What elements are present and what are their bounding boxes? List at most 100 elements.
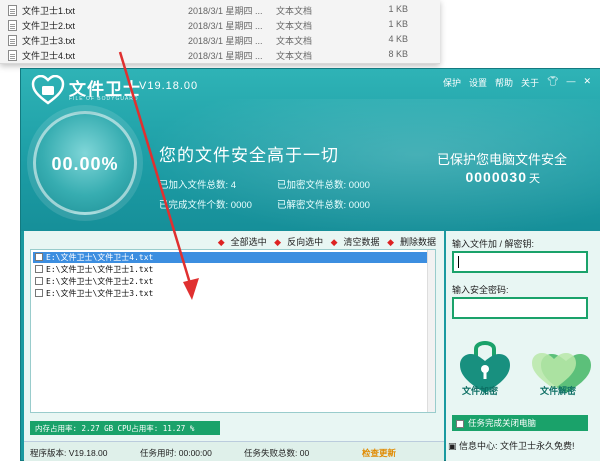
file-row[interactable]: 文件卫士2.txt 2018/3/1 星期四 ... 文本文档 1 KB (0, 17, 440, 33)
encrypt-label: 文件加密 (462, 386, 499, 396)
password-input[interactable] (452, 297, 588, 319)
protect-label: 已保护您电脑文件安全 (436, 152, 567, 167)
list-item[interactable]: E:\文件卫士\文件卫士3.txt (33, 288, 429, 299)
list-item-checkbox[interactable] (35, 265, 43, 273)
menu-settings[interactable]: 设置 (469, 76, 487, 89)
bullet-icon: ◆ (330, 237, 338, 247)
status-fail: 任务失败总数: 00 (244, 447, 309, 459)
file-date: 2018/3/1 星期四 ... (188, 21, 263, 31)
list-item-path: E:\文件卫士\文件卫士2.txt (46, 277, 154, 286)
file-name: 文件卫士4.txt (22, 51, 76, 61)
invert-selection-label: 反向选中 (287, 237, 324, 247)
key-input-label: 输入文件加 / 解密钥: (452, 239, 535, 249)
stat-encrypted: 已加密文件总数: 0000 (277, 177, 370, 191)
list-item-path: E:\文件卫士\文件卫士1.txt (46, 265, 154, 274)
stat-completed: 已完成文件个数: 0000 (159, 197, 252, 211)
status-bar: 程序版本: V19.18.00 任务用时: 00:00:00 任务失败总数: 0… (24, 441, 444, 461)
shutdown-checkbox-row[interactable]: 任务完成关闭电脑 (452, 415, 588, 431)
list-item-checkbox[interactable] (35, 253, 43, 261)
slogan: 您的文件安全高于一切 (159, 146, 339, 165)
stat-encrypted-value: 0000 (348, 180, 370, 191)
list-actions: ◆ 全部选中 ◆ 反向选中 ◆ 清空数据 ◆ 删除数据 (24, 235, 436, 248)
status-fail-value: 00 (299, 448, 310, 458)
file-type: 文本文档 (276, 21, 313, 31)
file-row[interactable]: 文件卫士4.txt 2018/3/1 星期四 ... 文本文档 8 KB (0, 47, 440, 63)
decrypt-label: 文件解密 (540, 386, 577, 396)
file-size: 1 KB (388, 19, 408, 29)
delete-data-label: 删除数据 (399, 237, 436, 247)
app-version: V19.18.00 (139, 80, 199, 92)
text-file-icon (8, 35, 17, 46)
stat-decrypted-value: 0000 (348, 200, 370, 211)
list-item-path: E:\文件卫士\文件卫士4.txt (46, 253, 154, 262)
file-row[interactable]: 文件卫士1.txt 2018/3/1 星期四 ... 文本文档 1 KB (0, 2, 440, 18)
file-type: 文本文档 (276, 51, 313, 61)
encrypted-file-listbox[interactable]: E:\文件卫士\文件卫士4.txt E:\文件卫士\文件卫士1.txt E:\文… (30, 249, 436, 413)
shutdown-label: 任务完成关闭电脑 (468, 418, 537, 428)
status-version: 程序版本: V19.18.00 (30, 447, 108, 459)
key-panel: 输入文件加 / 解密钥: 输入安全密码: 文件加密 文件解密 任务完成关闭电脑 … (446, 231, 600, 461)
list-item[interactable]: E:\文件卫士\文件卫士2.txt (33, 276, 429, 287)
file-type: 文本文档 (276, 36, 313, 46)
invert-selection-button[interactable]: ◆ 反向选中 (274, 237, 323, 247)
menu-protect[interactable]: 保护 (443, 76, 461, 89)
text-file-icon (8, 20, 17, 31)
file-name: 文件卫士1.txt (22, 6, 76, 16)
stat-added-value: 4 (230, 180, 237, 191)
file-size: 4 KB (388, 34, 408, 44)
stat-decrypted-label: 已解密文件总数: (277, 200, 347, 211)
explorer-file-list: 文件卫士1.txt 2018/3/1 星期四 ... 文本文档 1 KB 文件卫… (0, 0, 440, 64)
list-item-path: E:\文件卫士\文件卫士3.txt (46, 289, 154, 298)
text-file-icon (8, 5, 17, 16)
stat-decrypted: 已解密文件总数: 0000 (277, 197, 370, 211)
key-input[interactable] (452, 251, 588, 273)
password-input-label: 输入安全密码: (452, 285, 509, 295)
list-item-checkbox[interactable] (35, 289, 43, 297)
list-item[interactable]: E:\文件卫士\文件卫士4.txt (33, 252, 429, 263)
file-date: 2018/3/1 星期四 ... (188, 51, 263, 61)
minimize-icon[interactable]: — (566, 76, 575, 89)
list-item-checkbox[interactable] (35, 277, 43, 285)
message-icon: ▣ (448, 441, 457, 451)
file-date: 2018/3/1 星期四 ... (188, 6, 263, 16)
status-time: 任务用时: 00:00:00 (140, 447, 212, 459)
check-update-link[interactable]: 检查更新 (362, 447, 396, 459)
file-type: 文本文档 (276, 6, 313, 16)
stat-added: 已加入文件总数: 4 (159, 177, 236, 191)
menu-about[interactable]: 关于 (521, 76, 539, 89)
app-brand-sub: FILE OF BODYGUARD (69, 96, 139, 102)
status-time-label: 任务用时: (140, 448, 177, 458)
text-file-icon (8, 50, 17, 61)
stat-completed-value: 0000 (230, 200, 252, 211)
delete-data-button[interactable]: ◆ 删除数据 (387, 237, 436, 247)
bullet-icon: ◆ (217, 237, 225, 247)
protect-days: 0000030 天 (465, 169, 541, 186)
shirt-skin-icon[interactable]: 👕︎ (547, 76, 558, 89)
message-center: ▣ 信息中心: 文件卫士永久免费! (448, 439, 598, 455)
file-name: 文件卫士3.txt (22, 36, 76, 46)
file-row[interactable]: 文件卫士3.txt 2018/3/1 星期四 ... 文本文档 4 KB (0, 32, 440, 48)
stat-added-label: 已加入文件总数: (159, 180, 229, 191)
select-all-button[interactable]: ◆ 全部选中 (218, 237, 267, 247)
shutdown-checkbox[interactable] (456, 419, 464, 428)
memory-cpu-usage: 内存占用率: 2.27 GB CPU占用率: 11.27 % (30, 421, 220, 435)
list-scrollbar[interactable] (427, 250, 435, 412)
bullet-icon: ◆ (274, 237, 282, 247)
file-size: 1 KB (388, 4, 408, 14)
clear-data-label: 清空数据 (343, 237, 380, 247)
menu-help[interactable]: 帮助 (495, 76, 513, 89)
protect-days-unit: 天 (529, 173, 541, 185)
clear-data-button[interactable]: ◆ 清空数据 (331, 237, 380, 247)
app-logo-icon (31, 75, 65, 105)
status-time-value: 00:00:00 (178, 448, 212, 458)
file-date: 2018/3/1 星期四 ... (188, 36, 263, 46)
progress-percentage: 00.00% (51, 154, 119, 174)
close-icon[interactable]: ✕ (583, 76, 591, 89)
select-all-label: 全部选中 (230, 237, 267, 247)
list-item[interactable]: E:\文件卫士\文件卫士1.txt (33, 264, 429, 275)
file-list-panel: ◆ 全部选中 ◆ 反向选中 ◆ 清空数据 ◆ 删除数据 E:\文件卫士\文件卫士4.tx… (24, 231, 444, 461)
stat-completed-label: 已完成文件个数: (159, 200, 229, 211)
protect-days-value: 0000030 (465, 169, 527, 185)
app-header: 文件卫士 FILE OF BODYGUARD V19.18.00 保护 设置 帮… (21, 69, 600, 231)
app-window: 文件卫士 FILE OF BODYGUARD V19.18.00 保护 设置 帮… (20, 68, 600, 461)
